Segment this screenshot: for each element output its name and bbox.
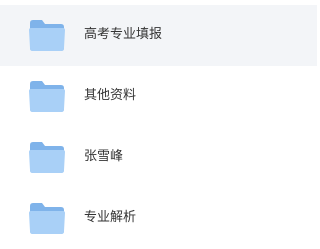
folder-item-gaokao-zhuanye-tianbao[interactable]: 高考专业填报 [0,5,317,66]
folder-icon [29,20,65,51]
folder-label: 专业解析 [84,210,137,225]
folder-item-zhang-xuefeng[interactable]: 张雪峰 [0,127,317,188]
folder-list: 高考专业填报 其他资料 张雪峰 专业解析 [0,0,317,249]
folder-label: 其他资料 [84,88,137,103]
folder-icon [29,142,65,173]
folder-label: 张雪峰 [84,149,124,164]
folder-label: 高考专业填报 [84,27,163,42]
folder-item-qita-ziliao[interactable]: 其他资料 [0,66,317,127]
folder-icon [29,203,65,234]
folder-icon [29,81,65,112]
folder-item-zhuanye-jiexi[interactable]: 专业解析 [0,188,317,249]
